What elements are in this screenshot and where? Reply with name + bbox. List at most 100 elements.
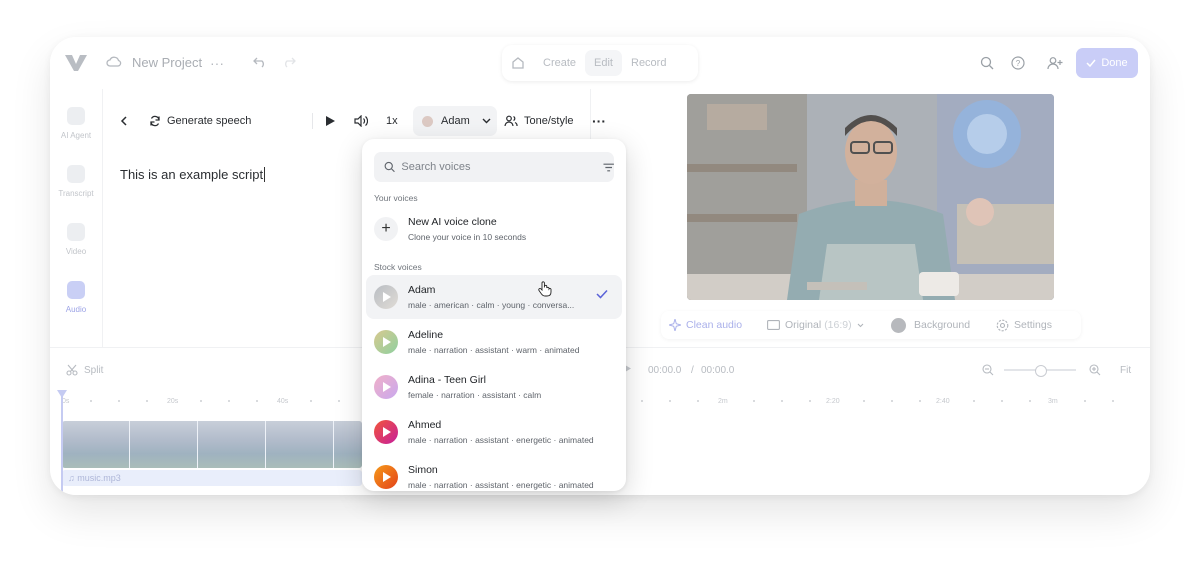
- more-icon[interactable]: ···: [210, 55, 224, 71]
- done-button[interactable]: Done: [1076, 48, 1138, 78]
- voice-desc: female · narration · assistant · calm: [408, 390, 542, 400]
- people-icon: [504, 115, 518, 127]
- scissors-icon: [66, 364, 78, 376]
- video-icon: [67, 223, 85, 241]
- your-voices-label: Your voices: [374, 193, 418, 203]
- ruler-tick: [118, 400, 120, 402]
- new-voice-clone-item[interactable]: + New AI voice clone Clone your voice in…: [366, 208, 622, 250]
- transcript-icon: [67, 165, 85, 183]
- done-label: Done: [1101, 57, 1128, 69]
- search-icon: [384, 161, 395, 173]
- voice-item-adam[interactable]: Adam male · american · calm · young · co…: [366, 275, 622, 319]
- sidebar-item-transcript[interactable]: Transcript: [52, 165, 100, 198]
- ruler-label: 2:40: [936, 398, 950, 405]
- voice-desc: male · narration · assistant · warm · an…: [408, 345, 580, 355]
- clean-audio-button[interactable]: Clean audio: [669, 311, 742, 339]
- undo-icon[interactable]: [253, 56, 267, 68]
- ruler-tick: [228, 400, 230, 402]
- voice-search: [374, 152, 614, 182]
- ruler-tick: [641, 400, 643, 402]
- ruler-tick: [809, 400, 811, 402]
- zoom-slider-handle[interactable]: [1035, 365, 1047, 377]
- filter-icon[interactable]: [603, 163, 614, 172]
- play-preview-icon[interactable]: [374, 330, 398, 354]
- back-icon[interactable]: [120, 109, 128, 133]
- veed-logo: [65, 55, 87, 71]
- zoom-out-icon[interactable]: [982, 364, 994, 379]
- play-preview-icon[interactable]: [374, 420, 398, 444]
- video-clip[interactable]: [62, 421, 362, 468]
- ruler-tick: [1084, 400, 1086, 402]
- clip-thumbnail: [198, 421, 266, 468]
- ruler-tick: [669, 400, 671, 402]
- ruler-label: 2:20: [826, 398, 840, 405]
- sparkle-icon: [669, 319, 681, 331]
- fit-button[interactable]: Fit: [1120, 365, 1131, 376]
- ai-agent-icon: [67, 107, 85, 125]
- ratio-icon: [767, 320, 780, 330]
- ruler-tick: [338, 400, 340, 402]
- zoom-in-icon[interactable]: [1089, 364, 1101, 379]
- music-note-icon: ♫: [68, 473, 78, 483]
- clone-title: New AI voice clone: [408, 216, 497, 228]
- voice-dropdown: Your voices + New AI voice clone Clone y…: [362, 139, 626, 491]
- play-preview-icon[interactable]: [374, 375, 398, 399]
- more-options-icon[interactable]: ···: [592, 109, 606, 133]
- ruler-label: 40s: [277, 398, 289, 405]
- total-time: 00:00.0: [701, 365, 735, 376]
- ratio-label: Original: [785, 319, 822, 331]
- ruler-tick: [1001, 400, 1003, 402]
- play-preview-icon[interactable]: [374, 285, 398, 309]
- sidebar-item-video[interactable]: Video: [52, 223, 100, 256]
- add-user-icon[interactable]: [1047, 56, 1063, 70]
- voice-desc: male · narration · assistant · energetic…: [408, 435, 594, 445]
- search-voices-input[interactable]: [401, 161, 563, 173]
- tone-style-button[interactable]: Tone/style: [504, 109, 574, 133]
- background-button[interactable]: Background: [891, 311, 970, 339]
- voice-select[interactable]: Adam: [413, 106, 497, 136]
- split-label: Split: [84, 364, 104, 376]
- voice-name: Simon: [408, 464, 438, 476]
- search-icon[interactable]: [980, 56, 994, 70]
- aspect-ratio-select[interactable]: Original (16:9): [767, 311, 864, 339]
- voice-item-ahmed[interactable]: Ahmed male · narration · assistant · ene…: [366, 410, 622, 454]
- clip-thumbnail: [62, 421, 130, 468]
- playhead[interactable]: [61, 394, 63, 494]
- ruler-tick: [1029, 400, 1031, 402]
- play-icon[interactable]: [325, 109, 336, 133]
- ruler-tick: [891, 400, 893, 402]
- voice-select-label: Adam: [441, 115, 470, 127]
- sidebar-item-audio[interactable]: Audio: [52, 281, 100, 314]
- voice-item-adeline[interactable]: Adeline male · narration · assistant · w…: [366, 320, 622, 364]
- home-icon[interactable]: [502, 50, 534, 76]
- voice-item-simon[interactable]: Simon male · narration · assistant · ene…: [366, 455, 622, 491]
- project-title[interactable]: New Project: [132, 55, 202, 70]
- mode-record[interactable]: Record: [622, 50, 675, 76]
- clone-desc: Clone your voice in 10 seconds: [408, 232, 527, 242]
- split-button[interactable]: Split: [66, 364, 103, 376]
- settings-button[interactable]: Settings: [996, 311, 1052, 339]
- audio-track[interactable]: ♫ music.mp3: [62, 470, 362, 486]
- preview-toolbar: Clean audio Original (16:9) Background S…: [661, 311, 1081, 339]
- generate-speech-button[interactable]: Generate speech: [149, 109, 251, 133]
- svg-text:?: ?: [1016, 59, 1021, 68]
- script-text-area[interactable]: This is an example script: [120, 167, 266, 182]
- voice-item-adina[interactable]: Adina - Teen Girl female · narration · a…: [366, 365, 622, 409]
- play-preview-icon[interactable]: [374, 465, 398, 489]
- top-bar: New Project ··· Create Edit Record ? Don…: [50, 37, 1150, 89]
- cloud-icon[interactable]: [106, 55, 122, 69]
- ruler-label: 2m: [718, 398, 728, 405]
- video-preview[interactable]: [687, 94, 1054, 300]
- redo-icon[interactable]: [282, 56, 296, 68]
- sidebar-item-ai-agent[interactable]: AI Agent: [52, 107, 100, 140]
- mode-edit[interactable]: Edit: [585, 50, 622, 76]
- voice-name: Adeline: [408, 329, 444, 341]
- mode-create[interactable]: Create: [534, 50, 585, 76]
- volume-icon[interactable]: [354, 109, 368, 133]
- help-icon[interactable]: ?: [1011, 56, 1025, 70]
- speed-button[interactable]: 1x: [386, 109, 398, 133]
- ruler-tick: [863, 400, 865, 402]
- ruler-tick: [256, 400, 258, 402]
- script-text: This is an example script: [120, 167, 264, 182]
- divider: [312, 113, 313, 129]
